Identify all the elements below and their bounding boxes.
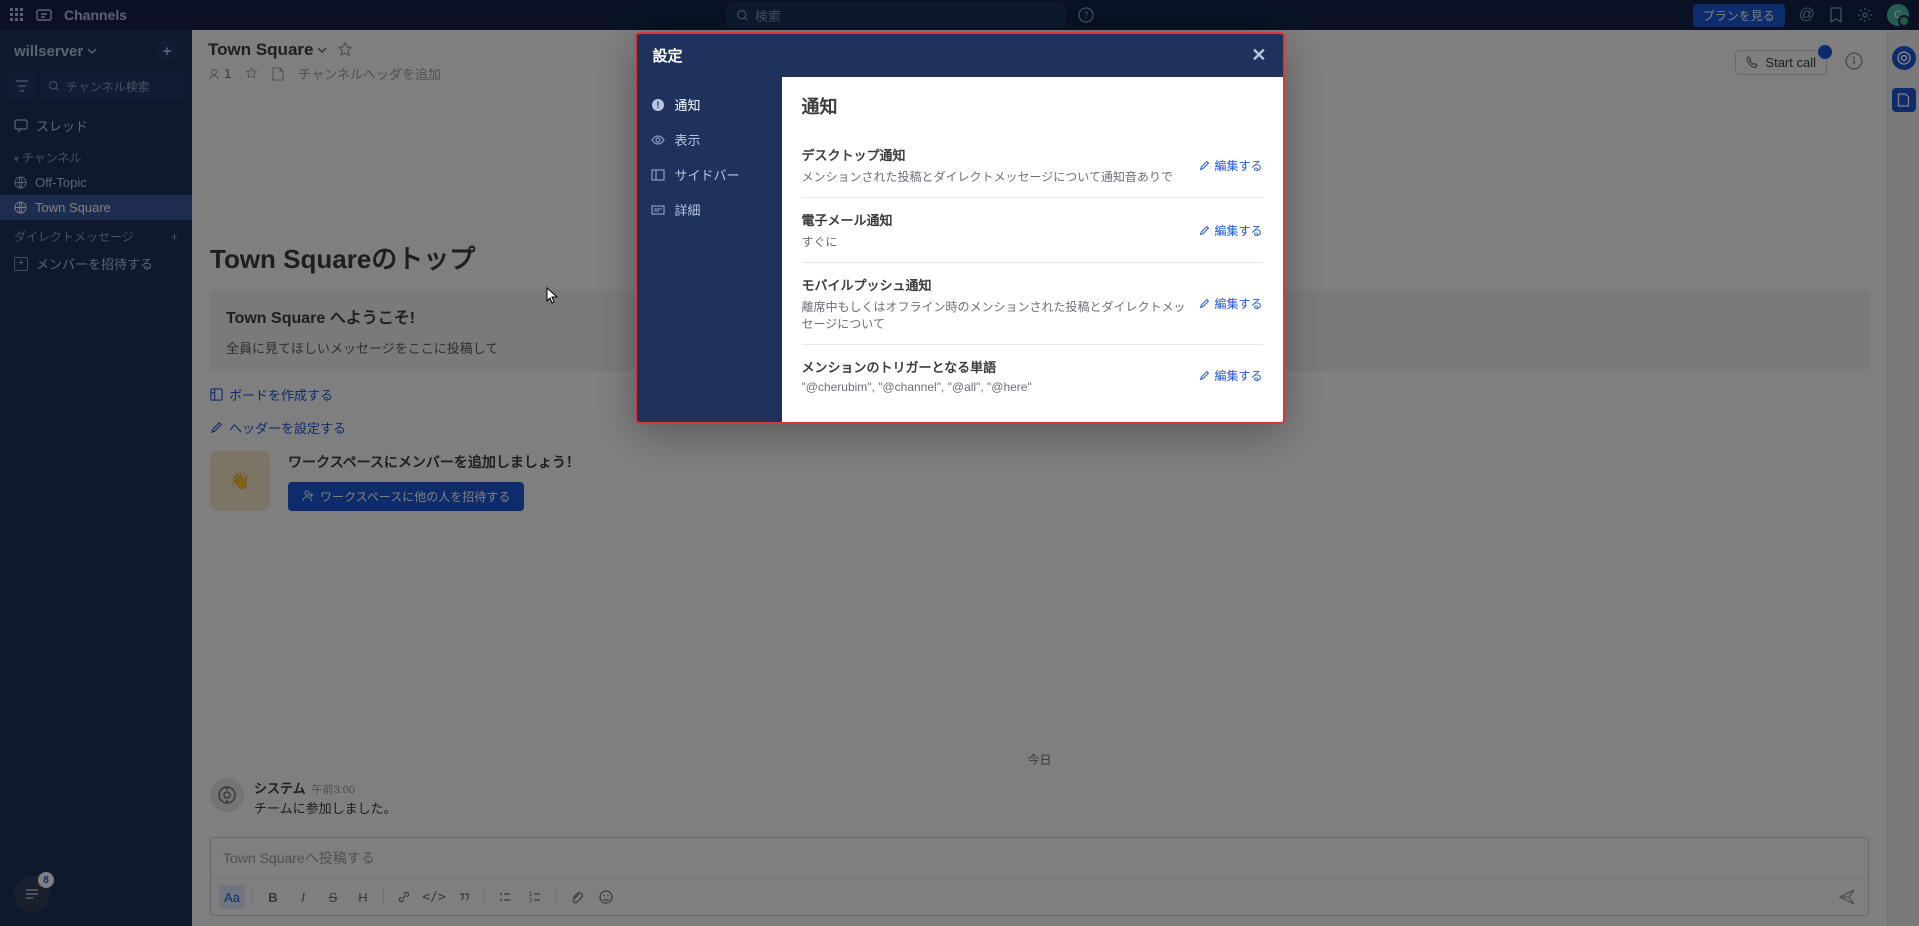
- edit-mobile-push[interactable]: 編集する: [1199, 275, 1262, 332]
- nav-display[interactable]: 表示: [637, 122, 782, 157]
- edit-email-notif[interactable]: 編集する: [1199, 210, 1262, 250]
- modal-content: 通知 デスクトップ通知 メンションされた投稿とダイレクトメッセージについて通知音…: [782, 77, 1283, 422]
- modal-nav: ! 通知 表示 サイドバー 詳細: [637, 77, 782, 422]
- nav-sidebar[interactable]: サイドバー: [637, 157, 782, 192]
- svg-text:!: !: [656, 100, 659, 110]
- modal-title: 設定: [653, 45, 683, 66]
- edit-mention-triggers[interactable]: 編集する: [1199, 357, 1262, 394]
- setting-mention-triggers: メンションのトリガーとなる単語 "@cherubim", "@channel",…: [802, 345, 1263, 406]
- detail-icon: [651, 203, 665, 217]
- setting-desktop-notifications: デスクトップ通知 メンションされた投稿とダイレクトメッセージについて通知音ありで…: [802, 133, 1263, 198]
- setting-email-notifications: 電子メール通知 すぐに 編集する: [802, 198, 1263, 263]
- pencil-icon: [1199, 370, 1210, 381]
- modal-header: 設定 ✕: [637, 34, 1283, 77]
- nav-advanced[interactable]: 詳細: [637, 192, 782, 227]
- eye-icon: [651, 133, 665, 147]
- settings-modal: 設定 ✕ ! 通知 表示 サイドバー 詳細 通知: [635, 32, 1285, 424]
- setting-mobile-push: モバイルプッシュ通知 離席中もしくはオフライン時のメンションされた投稿とダイレク…: [802, 263, 1263, 345]
- pencil-icon: [1199, 225, 1210, 236]
- settings-section-title: 通知: [802, 93, 1263, 119]
- alert-icon: !: [651, 98, 665, 112]
- close-icon[interactable]: ✕: [1251, 45, 1266, 66]
- edit-desktop-notif[interactable]: 編集する: [1199, 145, 1262, 185]
- pencil-icon: [1199, 160, 1210, 171]
- nav-notifications[interactable]: ! 通知: [637, 87, 782, 122]
- sidebar-icon: [651, 168, 665, 182]
- pencil-icon: [1199, 298, 1210, 309]
